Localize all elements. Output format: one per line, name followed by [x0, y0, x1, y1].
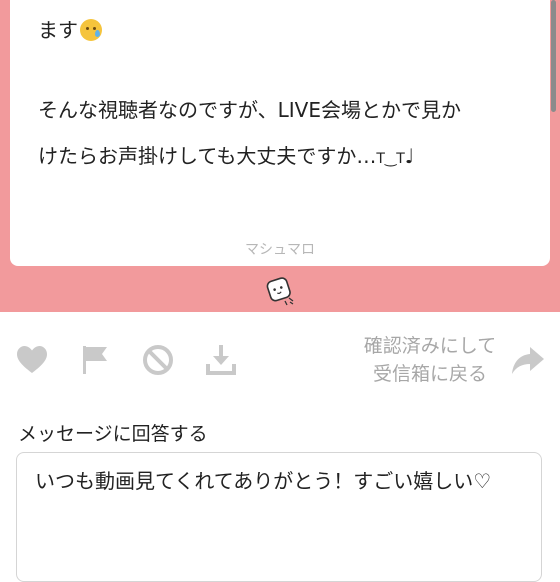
mark-read-line: 確認済みにして — [363, 335, 497, 357]
marshmallow-mascot-icon — [266, 277, 294, 306]
answer-label: メッセージに回答する — [18, 423, 208, 445]
marshmallow-watermark: マシュマロ — [245, 242, 315, 258]
answer-textarea[interactable]: いつも動画見てくれてありがとう！すごい嬉しい♡ — [16, 452, 542, 582]
heart-icon[interactable] — [14, 342, 50, 378]
message-line-1: ます — [38, 14, 102, 43]
message-note: ♩ — [404, 144, 415, 168]
message-line-3-text: けたらお声掛けしても大丈夫ですか… — [38, 144, 377, 168]
return-inbox-line: 受信箱に戻る — [372, 363, 487, 385]
message-line-2: そんな視聴者なのですが、LIVE会場とかで見か — [38, 98, 461, 122]
message-face: T‿T — [376, 151, 405, 167]
crying-smile-emoji-icon — [80, 19, 102, 41]
scrollbar-thumb[interactable] — [551, 0, 556, 112]
message-line-3: けたらお声掛けしても大丈夫ですか…T‿T♩ — [38, 140, 414, 169]
download-icon[interactable] — [203, 342, 239, 378]
message-line-1-text: ます — [38, 18, 78, 42]
flag-icon[interactable] — [77, 342, 113, 378]
mark-read-return-inbox-button[interactable]: 確認済みにして 受信箱に戻る — [348, 332, 512, 388]
reply-arrow-icon[interactable] — [510, 344, 546, 376]
block-icon[interactable] — [140, 342, 176, 378]
